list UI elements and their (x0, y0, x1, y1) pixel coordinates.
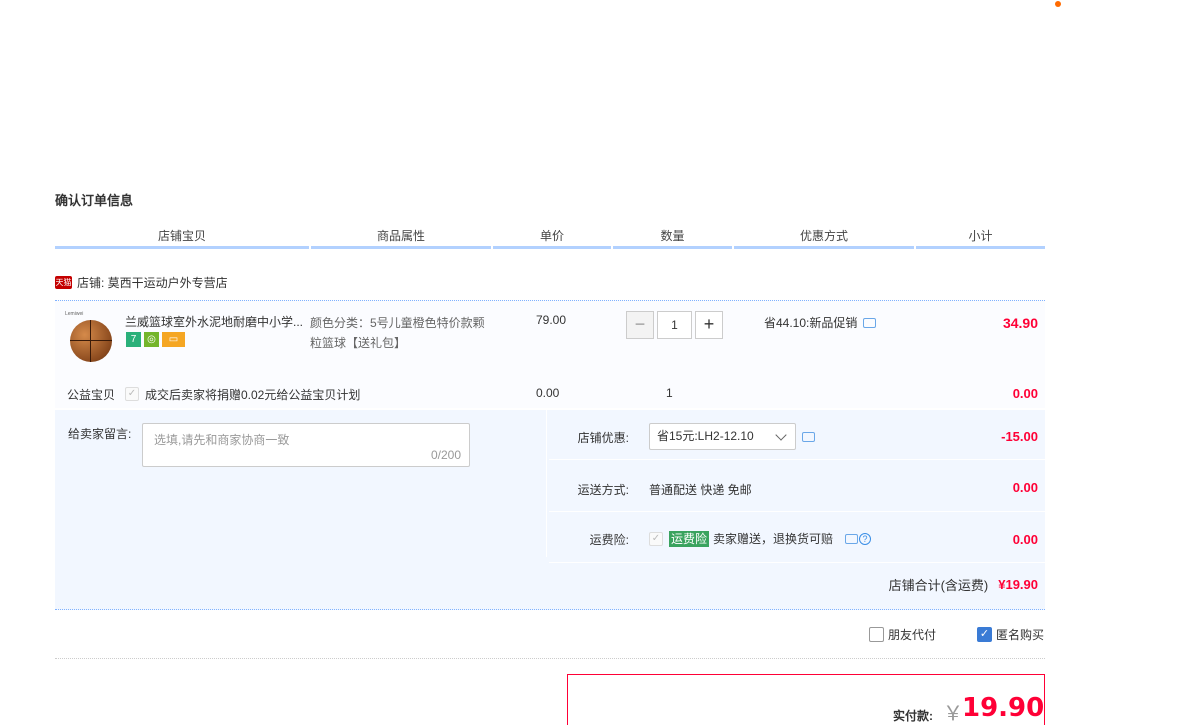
order-options: 给卖家留言: 选填,请先和商家协商一致 0/200 店铺优惠: 省15元:LH2… (55, 410, 1045, 610)
shop-discount-amount: -15.00 (1001, 429, 1038, 444)
order-item: Lemiwei 兰威篮球室外水泥地耐磨中小学... 7 ◎ ▭ 颜色分类：5号儿… (55, 300, 1045, 408)
item-subtotal: 34.90 (1002, 315, 1038, 331)
unit-price: 79.00 (536, 313, 567, 327)
product-attributes: 颜色分类：5号儿童橙色特价款颗粒篮球【送礼包】 (310, 316, 485, 350)
message-char-count: 0/200 (430, 448, 461, 462)
anonymous-label: 匿名购买 (996, 628, 1045, 642)
shop-total-label: 店铺合计(含运费) (888, 578, 989, 593)
charity-quantity: 1 (666, 386, 673, 400)
increase-button[interactable]: + (695, 311, 723, 339)
credit-card-icon[interactable]: ▭ (162, 332, 185, 347)
friend-pay-label: 朋友代付 (888, 628, 937, 642)
help-icon[interactable]: ? (859, 532, 872, 545)
message-label: 给卖家留言: (68, 427, 132, 441)
divider (55, 658, 1045, 659)
payment-amount: 19.90 (962, 693, 1045, 723)
payment-label: 实付款: (893, 709, 933, 723)
product-image-brand: Lemiwei (65, 311, 84, 317)
friend-pay-checkbox[interactable] (869, 627, 884, 642)
shop-discount-row: 店铺优惠: 省15元:LH2-12.10 -15.00 (549, 410, 1045, 460)
ball-seam (90, 320, 91, 362)
header-promotion: 优惠方式 (734, 227, 914, 249)
shop-discount-selected: 省15元:LH2-12.10 (657, 429, 754, 443)
header-quantity: 数量 (613, 227, 732, 249)
shipping-row: 运送方式: 普通配送 快递 免邮 0.00 (549, 462, 1045, 512)
charity-checkbox[interactable]: ✓ (125, 387, 139, 401)
insurance-text: 卖家赠送，退换货可赔 (713, 532, 834, 546)
header-unit-price: 单价 (493, 227, 611, 249)
tmall-icon: 天猫 (55, 275, 72, 289)
insurance-row: 运费险: ✓ 运费险 卖家赠送，退换货可赔 ? 0.00 (549, 513, 1045, 563)
shipping-amount: 0.00 (1012, 480, 1038, 495)
charity-text: 成交后卖家将捐赠0.02元给公益宝贝计划 (145, 388, 361, 402)
insurance-amount: 0.00 (1012, 532, 1038, 547)
message-textarea[interactable]: 选填,请先和商家协商一致 0/200 (142, 423, 470, 467)
decrease-button[interactable]: − (626, 311, 654, 339)
shop-total: 店铺合计(含运费) ¥19.90 (889, 575, 1038, 594)
ball-seam (70, 340, 112, 341)
insurance-badge: 运费险 (669, 530, 710, 547)
shop-discount-label: 店铺优惠: (577, 431, 629, 445)
chevron-down-icon (775, 429, 787, 441)
charity-subtotal: 0.00 (1012, 386, 1038, 401)
message-icon[interactable] (845, 533, 859, 544)
basketball-icon (70, 320, 112, 362)
message-placeholder: 选填,请先和商家协商一致 (154, 433, 290, 447)
payment-summary: 实付款: ￥ 19.90 (567, 674, 1045, 725)
seven-day-return-icon[interactable]: 7 (126, 332, 141, 347)
charity-price: 0.00 (536, 386, 560, 400)
shop-discount-value: 省15元:LH2-12.10 (649, 423, 815, 450)
header-shop-item: 店铺宝贝 (55, 227, 309, 249)
shop-name[interactable]: 店铺: 莫西干运动户外专营店 (77, 274, 228, 291)
section-title: 确认订单信息 (55, 193, 134, 208)
friend-pay-option[interactable]: 朋友代付 (869, 626, 936, 643)
promotion-text: 省44.10:新品促销 (764, 316, 858, 330)
header-attributes: 商品属性 (311, 227, 491, 249)
shipping-method: 普通配送 快递 免邮 (649, 483, 752, 497)
product-name[interactable]: 兰威篮球室外水泥地耐磨中小学... (125, 313, 305, 330)
header-subtotal: 小计 (916, 227, 1045, 249)
message-panel: 给卖家留言: 选填,请先和商家协商一致 0/200 (55, 410, 547, 557)
shop-total-amount: ¥19.90 (998, 577, 1038, 592)
shipping-label: 运送方式: (577, 483, 629, 497)
table-header: 店铺宝贝 商品属性 单价 数量 优惠方式 小计 (55, 227, 1045, 249)
shop-discount-select[interactable]: 省15元:LH2-12.10 (649, 423, 796, 450)
payment-currency: ￥ (943, 703, 963, 725)
message-icon[interactable] (802, 431, 815, 442)
shop-row: 天猫 店铺: 莫西干运动户外专营店 (55, 272, 228, 292)
quantity-stepper: − 1 + (626, 311, 723, 339)
notification-dot (1055, 1, 1061, 7)
anonymous-option[interactable]: ✓ 匿名购买 (977, 626, 1044, 643)
shield-icon[interactable]: ◎ (144, 332, 159, 347)
quantity-input[interactable]: 1 (657, 311, 692, 339)
insurance-checkbox[interactable]: ✓ (649, 531, 663, 546)
charity-label: 公益宝贝 (67, 388, 116, 402)
anonymous-checkbox[interactable]: ✓ (977, 627, 992, 642)
message-icon[interactable] (863, 317, 877, 328)
service-icons: 7 ◎ ▭ (126, 332, 185, 347)
promotion: 省44.10:新品促销 (764, 314, 877, 331)
product-image[interactable]: Lemiwei (65, 311, 115, 362)
insurance-label: 运费险: (589, 533, 629, 547)
insurance-value: ✓ 运费险 卖家赠送，退换货可赔 ? (649, 530, 872, 547)
